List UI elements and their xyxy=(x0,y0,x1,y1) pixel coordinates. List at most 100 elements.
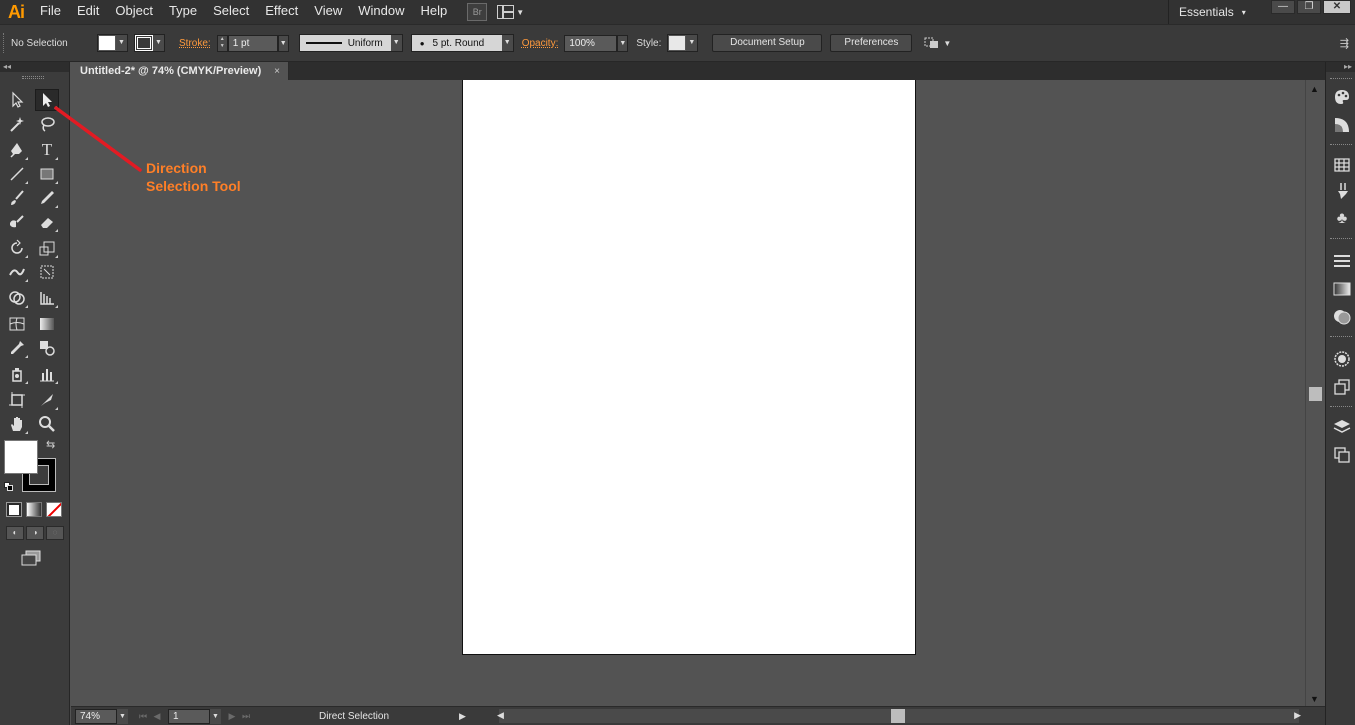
close-tab-icon[interactable]: × xyxy=(274,66,280,77)
opacity-link[interactable]: Opacity: xyxy=(522,38,559,49)
scale-tool[interactable] xyxy=(35,237,59,259)
pencil-tool[interactable] xyxy=(35,187,59,209)
arrange-documents-button[interactable]: ▼ xyxy=(497,5,524,19)
paintbrush-tool[interactable] xyxy=(5,187,29,209)
draw-inside-button[interactable]: ◌ xyxy=(46,526,64,540)
none-mode-button[interactable] xyxy=(46,502,62,517)
blend-tool[interactable] xyxy=(35,337,59,359)
horizontal-scroll-thumb[interactable] xyxy=(891,709,905,723)
zoom-level-field[interactable]: 74% ▼ xyxy=(75,708,128,724)
brushes-panel-icon[interactable] xyxy=(1333,182,1351,200)
chevron-down-icon[interactable]: ▼ xyxy=(617,34,629,52)
perspective-grid-tool[interactable] xyxy=(35,287,59,309)
chevron-down-icon[interactable]: ▼ xyxy=(210,708,221,724)
preferences-button[interactable]: Preferences xyxy=(830,34,913,52)
control-bar-grip[interactable] xyxy=(3,33,6,53)
vertical-scroll-thumb[interactable] xyxy=(1309,387,1322,401)
stroke-panel-icon[interactable] xyxy=(1333,252,1351,270)
pen-tool[interactable] xyxy=(5,139,29,161)
color-panel-icon[interactable] xyxy=(1333,88,1351,106)
canvas-area[interactable] xyxy=(71,80,1305,706)
draw-normal-button[interactable]: ◐ xyxy=(6,526,24,540)
first-artboard-icon[interactable]: ⏮ xyxy=(136,711,150,722)
layers-panel-icon[interactable] xyxy=(1333,418,1351,436)
eyedropper-tool[interactable] xyxy=(5,337,29,359)
artboard-navigation-field[interactable]: 1 ▼ xyxy=(168,708,221,724)
graphic-style-dropdown[interactable]: ▼ xyxy=(667,34,699,52)
menu-window[interactable]: Window xyxy=(350,0,412,24)
graphic-styles-panel-icon[interactable] xyxy=(1333,378,1351,396)
zoom-level-input[interactable]: 74% xyxy=(75,708,117,724)
menu-view[interactable]: View xyxy=(306,0,350,24)
hand-tool[interactable] xyxy=(5,413,29,435)
column-graph-tool[interactable] xyxy=(35,363,59,385)
symbols-panel-icon[interactable]: ♣ xyxy=(1333,210,1351,228)
horizontal-scrollbar[interactable]: ◀ ▶ xyxy=(497,709,1301,723)
free-transform-tool[interactable] xyxy=(35,261,59,283)
gradient-panel-icon[interactable] xyxy=(1333,280,1351,298)
color-mode-button[interactable] xyxy=(6,502,22,517)
rectangle-tool[interactable] xyxy=(35,163,59,185)
scroll-left-arrow-icon[interactable]: ◀ xyxy=(497,710,504,721)
collapse-tools-button[interactable]: ◂◂ xyxy=(0,62,69,72)
selection-tool[interactable] xyxy=(5,89,29,111)
menu-file[interactable]: File xyxy=(32,0,69,24)
gradient-tool[interactable] xyxy=(35,313,59,335)
type-tool[interactable]: T xyxy=(35,139,59,161)
stroke-profile-dropdown[interactable]: Uniform ▼ xyxy=(298,34,403,52)
chevron-down-icon[interactable]: ▼ xyxy=(117,708,128,724)
isolate-selection-button[interactable]: ▼ xyxy=(924,36,951,50)
close-button[interactable]: ✕ xyxy=(1323,0,1351,14)
collapse-panels-button[interactable]: ▸▸ xyxy=(1326,62,1355,72)
stroke-color-dropdown[interactable]: ▼ xyxy=(134,34,165,52)
screen-mode-button[interactable] xyxy=(20,550,42,571)
menu-effect[interactable]: Effect xyxy=(257,0,306,24)
minimize-button[interactable]: — xyxy=(1271,0,1295,14)
draw-behind-button[interactable]: ◑ xyxy=(26,526,44,540)
slice-tool[interactable] xyxy=(35,389,59,411)
stroke-panel-link[interactable]: Stroke: xyxy=(179,38,211,49)
panel-grip[interactable] xyxy=(22,76,44,79)
fill-color-box[interactable] xyxy=(4,440,38,474)
panel-menu-icon[interactable]: ⇶ xyxy=(1340,37,1349,50)
stepper-icon[interactable]: ▲ ▼ xyxy=(216,34,228,52)
rotate-tool[interactable] xyxy=(5,237,29,259)
appearance-panel-icon[interactable] xyxy=(1333,350,1351,368)
vertical-scrollbar[interactable]: ▲ ▼ xyxy=(1305,80,1325,706)
menu-help[interactable]: Help xyxy=(412,0,455,24)
artboard-tool[interactable] xyxy=(5,389,29,411)
chevron-down-icon[interactable]: ▼ xyxy=(277,34,289,52)
fill-color-dropdown[interactable]: ▼ xyxy=(97,34,128,52)
opacity-field[interactable]: 100% ▼ xyxy=(564,34,629,52)
restore-button[interactable]: ❐ xyxy=(1297,0,1321,14)
line-segment-tool[interactable] xyxy=(5,163,29,185)
scroll-down-arrow-icon[interactable]: ▼ xyxy=(1310,694,1319,704)
gradient-mode-button[interactable] xyxy=(26,502,42,517)
symbol-sprayer-tool[interactable] xyxy=(5,363,29,385)
stroke-weight-field[interactable]: ▲ ▼ 1 pt ▼ xyxy=(216,34,289,52)
shape-builder-tool[interactable] xyxy=(5,287,29,309)
document-setup-button[interactable]: Document Setup xyxy=(712,34,823,52)
workspace-switcher[interactable]: Essentials ▾ xyxy=(1168,0,1246,24)
artboard[interactable] xyxy=(462,80,916,655)
artboards-panel-icon[interactable] xyxy=(1333,446,1351,464)
next-artboard-icon[interactable]: ▶ xyxy=(225,711,239,722)
menu-select[interactable]: Select xyxy=(205,0,257,24)
bridge-button[interactable]: Br xyxy=(467,3,488,21)
lasso-tool[interactable] xyxy=(35,113,59,135)
zoom-tool[interactable] xyxy=(35,413,59,435)
width-tool[interactable] xyxy=(5,261,29,283)
previous-artboard-icon[interactable]: ◀ xyxy=(150,711,164,722)
eraser-tool[interactable] xyxy=(35,211,59,233)
menu-object[interactable]: Object xyxy=(107,0,161,24)
transparency-panel-icon[interactable] xyxy=(1333,308,1351,326)
menu-edit[interactable]: Edit xyxy=(69,0,107,24)
artboard-number-input[interactable]: 1 xyxy=(168,708,210,724)
blob-brush-tool[interactable] xyxy=(5,211,29,233)
default-fill-stroke-icon[interactable] xyxy=(4,482,13,491)
brush-dropdown[interactable]: ● 5 pt. Round ▼ xyxy=(410,34,514,52)
scroll-up-arrow-icon[interactable]: ▲ xyxy=(1310,84,1319,94)
direct-selection-tool[interactable] xyxy=(35,89,59,111)
document-tab[interactable]: Untitled-2* @ 74% (CMYK/Preview) × xyxy=(71,62,289,80)
magic-wand-tool[interactable] xyxy=(5,113,29,135)
